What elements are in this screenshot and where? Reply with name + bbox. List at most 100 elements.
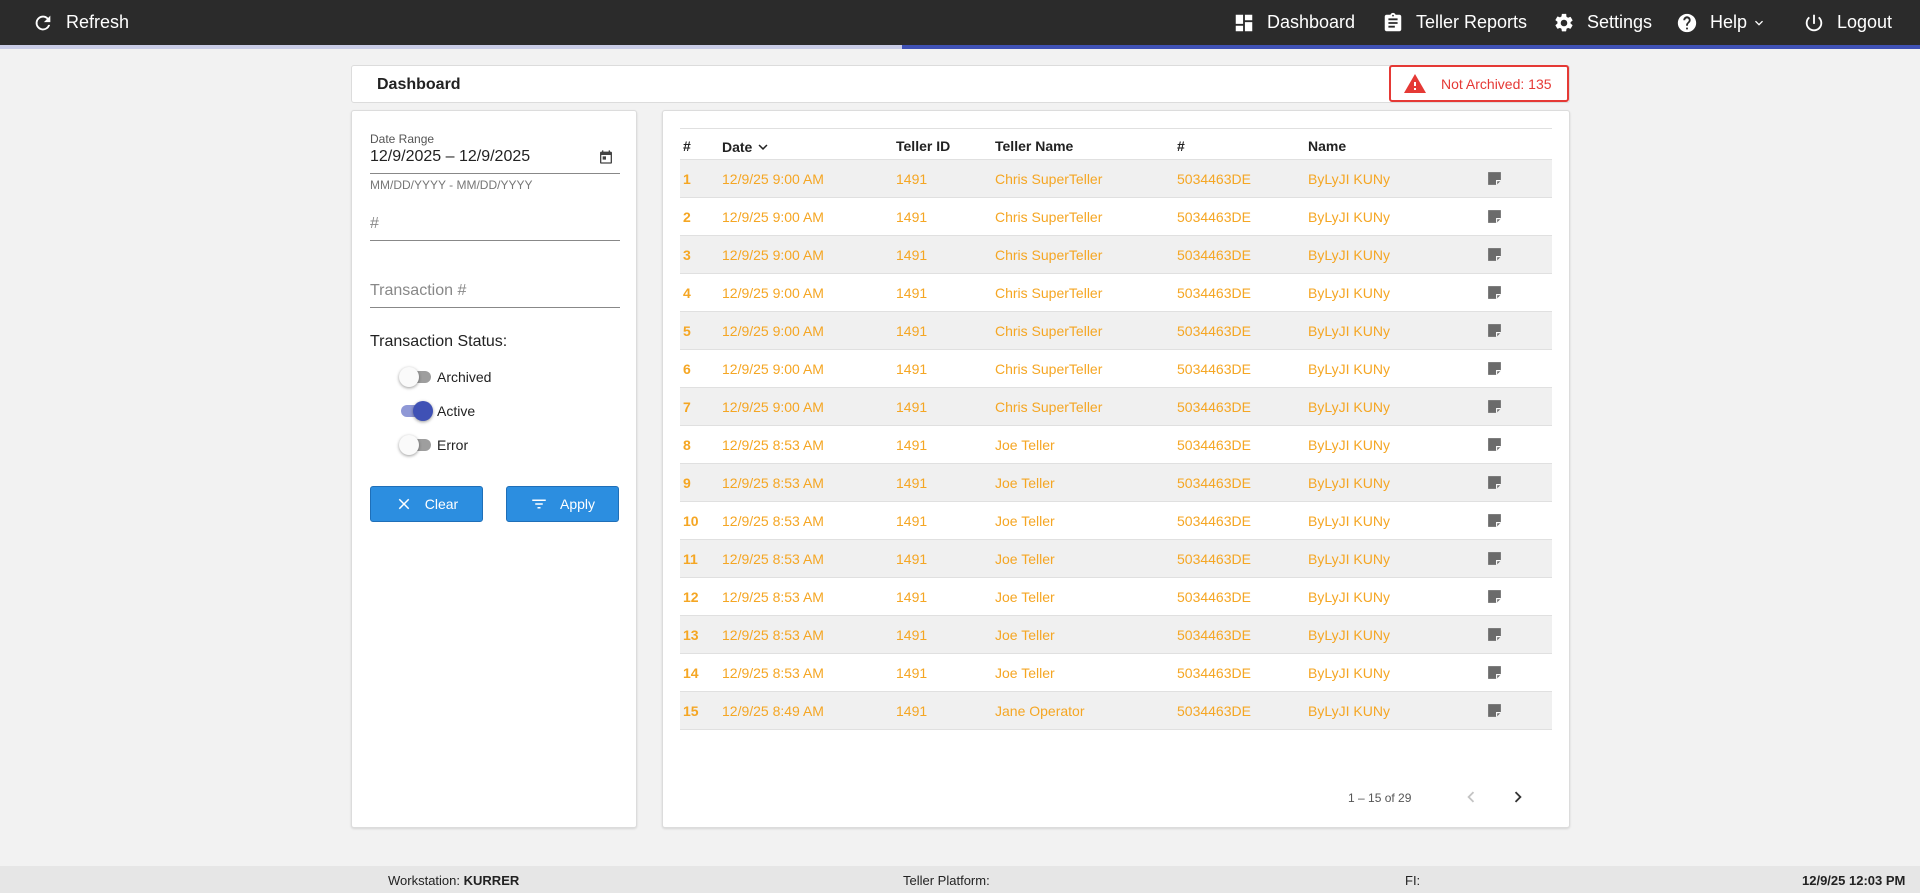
table-row[interactable]: 3 12/9/25 9:00 AM 1491 Chris SuperTeller 503… xyxy=(680,236,1552,274)
dashboard-icon xyxy=(1235,14,1253,31)
note-icon[interactable] xyxy=(1486,474,1503,491)
active-switch[interactable] xyxy=(399,401,433,421)
page-title: Dashboard xyxy=(377,76,461,93)
loading-progress-bar xyxy=(0,45,1920,49)
cell-index: 11 xyxy=(683,551,698,567)
note-icon[interactable] xyxy=(1486,208,1503,225)
note-icon[interactable] xyxy=(1486,550,1503,567)
nav-help-label: Help xyxy=(1710,12,1748,32)
toggle-error[interactable]: Error xyxy=(399,435,468,455)
cell-date: 12/9/25 9:00 AM xyxy=(722,323,824,339)
clear-button[interactable]: Clear xyxy=(370,486,483,522)
cell-date: 12/9/25 8:49 AM xyxy=(722,703,824,719)
cell-index: 10 xyxy=(683,513,699,529)
cell-number: 5034463DE xyxy=(1177,627,1251,643)
error-switch[interactable] xyxy=(399,435,433,455)
nav-dashboard[interactable]: Dashboard xyxy=(1233,0,1355,45)
table-row[interactable]: 4 12/9/25 9:00 AM 1491 Chris SuperTeller 503… xyxy=(680,274,1552,312)
nav-teller-reports[interactable]: Teller Reports xyxy=(1382,0,1527,45)
note-icon[interactable] xyxy=(1486,664,1503,681)
status-footer: Workstation: KURRER Teller Platform: FI:… xyxy=(0,866,1920,893)
number-input[interactable]: # xyxy=(370,215,620,245)
date-range-field[interactable]: Date Range 12/9/2025 – 12/9/2025 xyxy=(370,132,620,184)
note-icon[interactable] xyxy=(1486,322,1503,339)
cell-number: 5034463DE xyxy=(1177,209,1251,225)
col-header-teller-id[interactable]: Teller ID xyxy=(896,138,950,154)
note-icon[interactable] xyxy=(1486,360,1503,377)
note-icon[interactable] xyxy=(1486,284,1503,301)
cell-number: 5034463DE xyxy=(1177,551,1251,567)
nav-settings[interactable]: Settings xyxy=(1553,0,1652,45)
cell-number: 5034463DE xyxy=(1177,247,1251,263)
cell-teller-id: 1491 xyxy=(896,703,928,719)
cell-teller-id: 1491 xyxy=(896,361,928,377)
note-icon[interactable] xyxy=(1486,246,1503,263)
cell-number: 5034463DE xyxy=(1177,437,1251,453)
cell-teller-name: Joe Teller xyxy=(995,551,1055,567)
not-archived-alert[interactable]: Not Archived: 135 xyxy=(1389,65,1569,102)
cell-date: 12/9/25 9:00 AM xyxy=(722,399,824,415)
cell-teller-id: 1491 xyxy=(896,475,928,491)
fi-label: FI: xyxy=(1405,873,1421,888)
table-row[interactable]: 9 12/9/25 8:53 AM 1491 Joe Teller 5034463DE B… xyxy=(680,464,1552,502)
clipboard-icon xyxy=(1384,12,1402,31)
col-header-index[interactable]: # xyxy=(683,138,691,154)
chevron-right-icon xyxy=(1514,791,1522,803)
col-header-date[interactable]: Date xyxy=(722,138,772,156)
nav-logout[interactable]: Logout xyxy=(1803,0,1892,45)
cell-index: 15 xyxy=(683,703,699,719)
cell-date: 12/9/25 8:53 AM xyxy=(722,551,824,567)
transaction-number-input[interactable]: Transaction # xyxy=(370,282,620,312)
refresh-button[interactable]: Refresh xyxy=(32,0,129,45)
cell-teller-id: 1491 xyxy=(896,437,928,453)
cell-date: 12/9/25 9:00 AM xyxy=(722,209,824,225)
cell-teller-id: 1491 xyxy=(896,665,928,681)
note-icon[interactable] xyxy=(1486,170,1503,187)
page-header: Dashboard xyxy=(351,65,1570,103)
date-range-underline xyxy=(370,173,620,174)
table-row[interactable]: 14 12/9/25 8:53 AM 1491 Joe Teller 5034463DE… xyxy=(680,654,1552,692)
note-icon[interactable] xyxy=(1486,512,1503,529)
note-icon[interactable] xyxy=(1486,398,1503,415)
note-icon[interactable] xyxy=(1486,702,1503,719)
cell-teller-id: 1491 xyxy=(896,589,928,605)
cell-teller-name: Joe Teller xyxy=(995,665,1055,681)
toggle-archived[interactable]: Archived xyxy=(399,367,491,387)
cell-teller-name: Jane Operator xyxy=(995,703,1085,719)
toggle-active[interactable]: Active xyxy=(399,401,475,421)
table-row[interactable]: 7 12/9/25 9:00 AM 1491 Chris SuperTeller 503… xyxy=(680,388,1552,426)
col-header-number[interactable]: # xyxy=(1177,138,1185,154)
table-row[interactable]: 11 12/9/25 8:53 AM 1491 Joe Teller 5034463DE… xyxy=(680,540,1552,578)
table-row[interactable]: 13 12/9/25 8:53 AM 1491 Joe Teller 5034463DE… xyxy=(680,616,1552,654)
table-row[interactable]: 6 12/9/25 9:00 AM 1491 Chris SuperTeller 503… xyxy=(680,350,1552,388)
table-row[interactable]: 1 12/9/25 9:00 AM 1491 Chris SuperTeller 503… xyxy=(680,160,1552,198)
archived-switch[interactable] xyxy=(399,367,433,387)
apply-button[interactable]: Apply xyxy=(506,486,619,522)
col-header-teller-name[interactable]: Teller Name xyxy=(995,138,1073,154)
cell-teller-name: Chris SuperTeller xyxy=(995,399,1103,415)
next-page-button[interactable] xyxy=(1506,783,1530,811)
cell-name: ByLyJI KUNy xyxy=(1308,247,1390,263)
cell-index: 1 xyxy=(683,171,691,187)
table-row[interactable]: 12 12/9/25 8:53 AM 1491 Joe Teller 5034463DE… xyxy=(680,578,1552,616)
transactions-table-panel: # Date Teller ID Teller Name # Name 1 12/… xyxy=(662,110,1570,828)
table-row[interactable]: 5 12/9/25 9:00 AM 1491 Chris SuperTeller 503… xyxy=(680,312,1552,350)
cell-teller-id: 1491 xyxy=(896,209,928,225)
nav-help[interactable]: Help xyxy=(1676,0,1767,45)
table-row[interactable]: 15 12/9/25 8:49 AM 1491 Jane Operator 503446… xyxy=(680,692,1552,730)
note-icon[interactable] xyxy=(1486,436,1503,453)
number-placeholder: # xyxy=(370,215,379,232)
cell-teller-name: Chris SuperTeller xyxy=(995,323,1103,339)
col-header-name[interactable]: Name xyxy=(1308,138,1346,154)
note-icon[interactable] xyxy=(1486,626,1503,643)
previous-page-button[interactable] xyxy=(1459,783,1483,811)
table-row[interactable]: 10 12/9/25 8:53 AM 1491 Joe Teller 5034463DE… xyxy=(680,502,1552,540)
date-range-label: Date Range xyxy=(370,132,435,146)
cell-name: ByLyJI KUNy xyxy=(1308,551,1390,567)
table-row[interactable]: 8 12/9/25 8:53 AM 1491 Joe Teller 5034463DE B… xyxy=(680,426,1552,464)
close-icon xyxy=(398,498,410,510)
calendar-icon[interactable] xyxy=(598,149,614,165)
date-range-value[interactable]: 12/9/2025 – 12/9/2025 xyxy=(370,148,620,166)
table-row[interactable]: 2 12/9/25 9:00 AM 1491 Chris SuperTeller 503… xyxy=(680,198,1552,236)
note-icon[interactable] xyxy=(1486,588,1503,605)
